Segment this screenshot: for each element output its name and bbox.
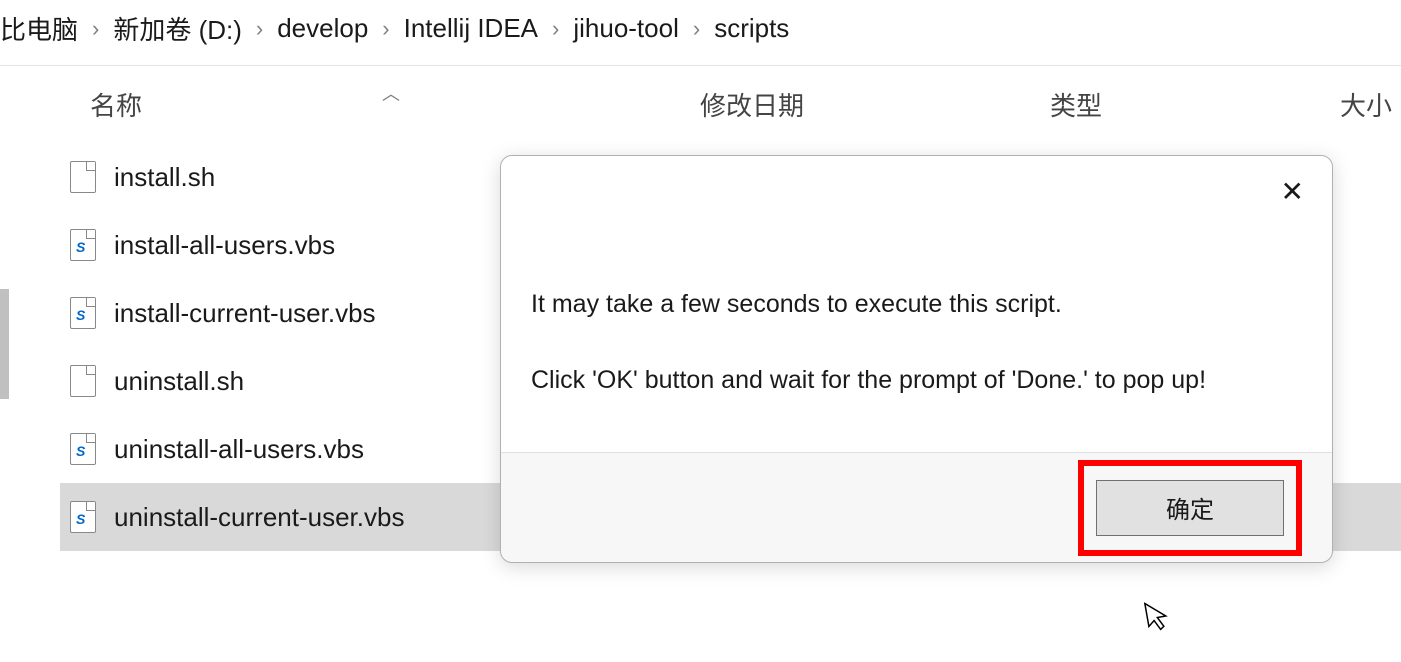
message-dialog: ✕ It may take a few seconds to execute t… [500,155,1333,563]
close-icon: ✕ [1281,176,1304,207]
column-headers: 名称 ︿ 修改日期 类型 大小 [0,66,1401,143]
dialog-body: It may take a few seconds to execute thi… [501,156,1332,399]
scrollbar-thumb[interactable] [0,289,9,399]
breadcrumb[interactable]: 比电脑 › 新加卷 (D:) › develop › Intellij IDEA… [0,0,1401,65]
chevron-right-icon: › [256,16,263,42]
file-name: install.sh [114,162,215,193]
column-header-size[interactable]: 大小 [1340,86,1401,123]
chevron-right-icon: › [693,16,700,42]
file-icon [70,161,96,193]
annotation-highlight: 确定 [1078,460,1302,556]
cursor-icon [1143,598,1176,642]
file-icon [70,365,96,397]
file-name: uninstall-current-user.vbs [114,502,404,533]
breadcrumb-item[interactable]: jihuo-tool [573,13,679,44]
file-name: uninstall.sh [114,366,244,397]
breadcrumb-item[interactable]: 比电脑 [0,10,78,47]
ok-button[interactable]: 确定 [1096,480,1284,536]
column-header-name[interactable]: 名称 ︿ [90,86,700,123]
vbs-file-icon [70,501,96,533]
breadcrumb-item[interactable]: scripts [714,13,789,44]
chevron-right-icon: › [382,16,389,42]
vbs-file-icon [70,297,96,329]
column-header-date[interactable]: 修改日期 [700,86,1050,123]
breadcrumb-item[interactable]: Intellij IDEA [404,13,538,44]
file-name: install-all-users.vbs [114,230,335,261]
breadcrumb-item[interactable]: develop [277,13,368,44]
close-button[interactable]: ✕ [1281,178,1304,206]
vbs-file-icon [70,229,96,261]
breadcrumb-item[interactable]: 新加卷 (D:) [113,10,242,47]
dialog-footer: 确定 [501,452,1332,562]
dialog-text-line1: It may take a few seconds to execute thi… [531,286,1302,324]
chevron-right-icon: › [92,16,99,42]
chevron-up-icon: ︿ [382,80,400,106]
column-header-type[interactable]: 类型 [1050,86,1340,123]
file-name: uninstall-all-users.vbs [114,434,364,465]
dialog-text-line2: Click 'OK' button and wait for the promp… [531,362,1302,400]
vbs-file-icon [70,433,96,465]
chevron-right-icon: › [552,16,559,42]
file-name: install-current-user.vbs [114,298,376,329]
